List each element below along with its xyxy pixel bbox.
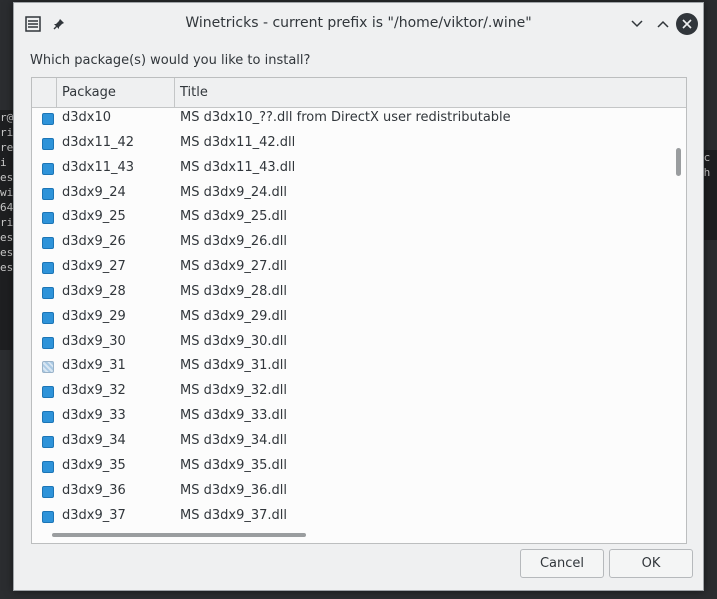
package-title: MS d3dx9_28.dll bbox=[180, 283, 287, 299]
package-title: MS d3dx9_35.dll bbox=[180, 457, 287, 473]
table-row[interactable]: d3dx10 MS d3dx10_??.dll from DirectX user… bbox=[32, 108, 672, 133]
package-title: MS d3dx9_24.dll bbox=[180, 184, 287, 200]
package-title: MS d3dx10_??.dll from DirectX user redis… bbox=[180, 110, 511, 125]
package-name: d3dx9_26 bbox=[62, 234, 126, 250]
package-title: MS d3dx9_34.dll bbox=[180, 432, 287, 448]
package-name: d3dx9_28 bbox=[62, 283, 126, 299]
package-title: MS d3dx9_36.dll bbox=[180, 482, 287, 498]
cancel-button[interactable]: Cancel bbox=[520, 549, 604, 578]
package-checkbox[interactable] bbox=[42, 113, 54, 125]
package-list: Package Title d3dx10 MS d3dx10_??.dll fro… bbox=[31, 77, 687, 544]
package-checkbox[interactable] bbox=[42, 286, 54, 299]
package-title: MS d3dx9_37.dll bbox=[180, 507, 287, 523]
column-header-package[interactable]: Package bbox=[62, 78, 116, 107]
package-name: d3dx9_33 bbox=[62, 408, 126, 424]
package-checkbox[interactable] bbox=[42, 137, 54, 150]
package-name: d3dx9_27 bbox=[62, 259, 126, 275]
table-row[interactable]: d3dx9_32 MS d3dx9_32.dll bbox=[32, 381, 672, 406]
horizontal-scrollbar[interactable] bbox=[32, 529, 686, 543]
table-row[interactable]: d3dx9_25 MS d3dx9_25.dll bbox=[32, 207, 672, 232]
package-name: d3dx10 bbox=[62, 110, 112, 125]
package-name: d3dx9_35 bbox=[62, 457, 126, 473]
package-title: MS d3dx9_26.dll bbox=[180, 234, 287, 250]
install-prompt: Which package(s) would you like to insta… bbox=[30, 53, 311, 68]
table-row[interactable]: d3dx9_34 MS d3dx9_34.dll bbox=[32, 431, 672, 456]
package-name: d3dx9_36 bbox=[62, 482, 126, 498]
package-title: MS d3dx11_43.dll bbox=[180, 159, 296, 175]
package-checkbox[interactable] bbox=[42, 311, 54, 324]
package-checkbox[interactable] bbox=[42, 212, 54, 225]
package-checkbox[interactable] bbox=[42, 386, 54, 399]
package-name: d3dx9_34 bbox=[62, 432, 126, 448]
vertical-scrollbar[interactable] bbox=[672, 108, 686, 528]
table-row[interactable]: d3dx9_33 MS d3dx9_33.dll bbox=[32, 406, 672, 431]
package-title: MS d3dx9_25.dll bbox=[180, 209, 287, 225]
vertical-scrollbar-thumb[interactable] bbox=[676, 148, 681, 176]
table-row[interactable]: d3dx9_30 MS d3dx9_30.dll bbox=[32, 332, 672, 357]
table-row[interactable]: d3dx9_28 MS d3dx9_28.dll bbox=[32, 282, 672, 307]
package-name: d3dx9_29 bbox=[62, 308, 126, 324]
package-name: d3dx11_43 bbox=[62, 159, 135, 175]
table-row[interactable]: d3dx9_26 MS d3dx9_26.dll bbox=[32, 232, 672, 257]
package-checkbox[interactable] bbox=[42, 435, 54, 448]
package-title: MS d3dx9_29.dll bbox=[180, 308, 287, 324]
package-name: d3dx9_32 bbox=[62, 383, 126, 399]
package-title: MS d3dx9_33.dll bbox=[180, 408, 287, 424]
package-title: MS d3dx9_32.dll bbox=[180, 383, 287, 399]
table-row[interactable]: d3dx9_27 MS d3dx9_27.dll bbox=[32, 257, 672, 282]
table-row[interactable]: d3dx9_37 MS d3dx9_37.dll bbox=[32, 506, 672, 531]
package-name: d3dx9_31 bbox=[62, 358, 126, 374]
winetricks-dialog: Winetricks - current prefix is "/home/vi… bbox=[13, 2, 704, 591]
package-checkbox[interactable] bbox=[42, 237, 54, 250]
list-rows: d3dx10 MS d3dx10_??.dll from DirectX user… bbox=[32, 108, 672, 530]
header-separator bbox=[174, 78, 175, 107]
header-separator bbox=[56, 78, 57, 107]
chevron-down-icon[interactable] bbox=[626, 13, 648, 35]
package-checkbox[interactable] bbox=[42, 162, 54, 175]
package-title: MS d3dx9_27.dll bbox=[180, 259, 287, 275]
ok-button[interactable]: OK bbox=[609, 549, 693, 578]
table-row[interactable]: d3dx9_36 MS d3dx9_36.dll bbox=[32, 481, 672, 506]
column-header-title[interactable]: Title bbox=[180, 78, 208, 107]
package-checkbox[interactable] bbox=[42, 336, 54, 349]
horizontal-scrollbar-thumb[interactable] bbox=[52, 533, 306, 537]
package-checkbox[interactable] bbox=[42, 361, 54, 374]
table-row[interactable]: d3dx9_35 MS d3dx9_35.dll bbox=[32, 456, 672, 481]
list-header: Package Title bbox=[32, 78, 686, 108]
package-title: MS d3dx9_31.dll bbox=[180, 358, 287, 374]
close-icon[interactable] bbox=[676, 13, 698, 35]
package-checkbox[interactable] bbox=[42, 262, 54, 275]
package-title: MS d3dx11_42.dll bbox=[180, 134, 296, 150]
table-row[interactable]: d3dx11_43 MS d3dx11_43.dll bbox=[32, 158, 672, 183]
chevron-up-icon[interactable] bbox=[652, 13, 674, 35]
package-name: d3dx11_42 bbox=[62, 134, 135, 150]
title-bar: Winetricks - current prefix is "/home/vi… bbox=[14, 3, 703, 43]
window-title: Winetricks - current prefix is "/home/vi… bbox=[185, 15, 532, 31]
package-checkbox[interactable] bbox=[42, 411, 54, 424]
package-name: d3dx9_24 bbox=[62, 184, 126, 200]
package-checkbox[interactable] bbox=[42, 460, 54, 473]
table-row[interactable]: d3dx9_31 MS d3dx9_31.dll bbox=[32, 356, 672, 381]
package-checkbox[interactable] bbox=[42, 485, 54, 498]
package-checkbox[interactable] bbox=[42, 510, 54, 523]
package-title: MS d3dx9_30.dll bbox=[180, 333, 287, 349]
table-row[interactable]: d3dx9_29 MS d3dx9_29.dll bbox=[32, 307, 672, 332]
table-row[interactable]: d3dx11_42 MS d3dx11_42.dll bbox=[32, 133, 672, 158]
package-name: d3dx9_30 bbox=[62, 333, 126, 349]
package-name: d3dx9_25 bbox=[62, 209, 126, 225]
table-row[interactable]: d3dx9_24 MS d3dx9_24.dll bbox=[32, 183, 672, 208]
package-checkbox[interactable] bbox=[42, 187, 54, 200]
package-name: d3dx9_37 bbox=[62, 507, 126, 523]
